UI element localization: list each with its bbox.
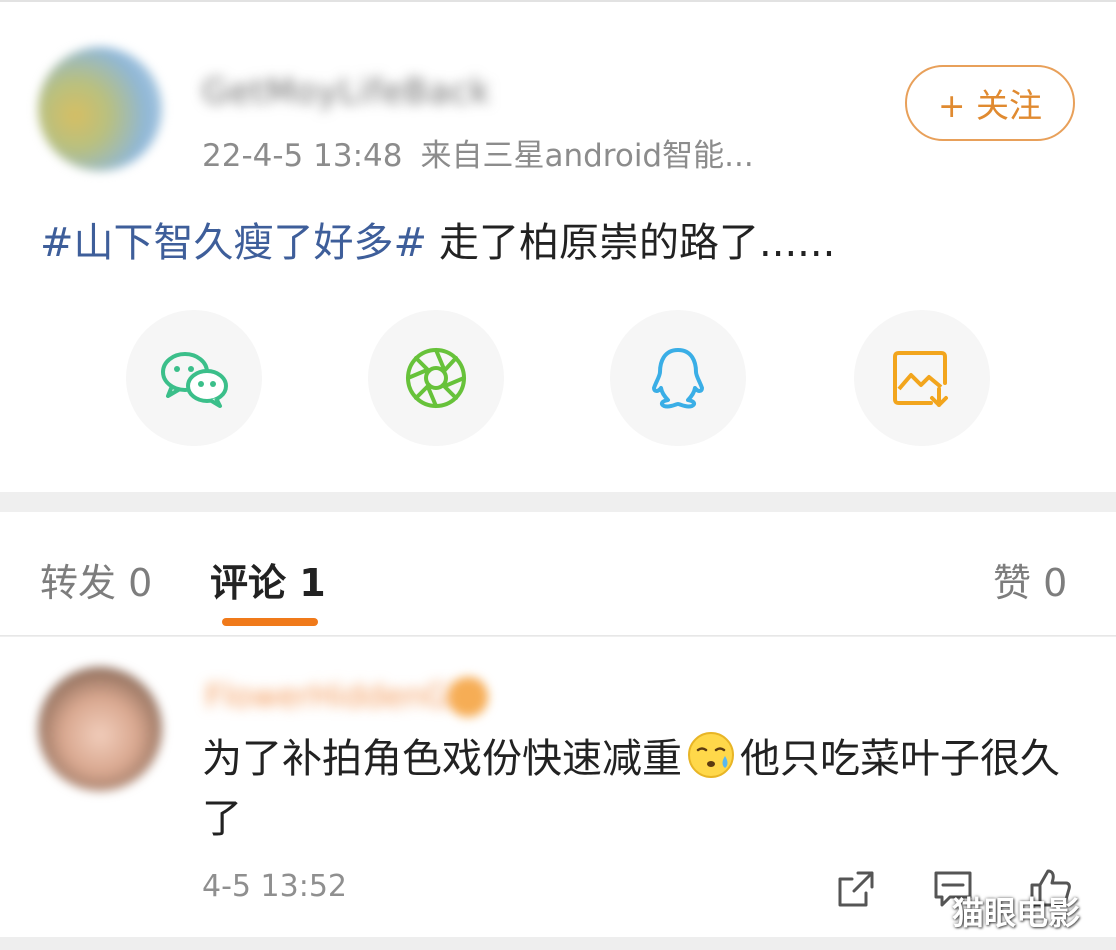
comment-text-part1: 为了补拍角色戏份快速减重 [202, 736, 682, 782]
post-card: GetMoyLifeBack 22-4-5 13:48 来自三星android智能… [0, 0, 1116, 492]
post-hashtag[interactable]: #山下智久瘦了好多# [40, 220, 427, 266]
active-tab-indicator [222, 618, 318, 626]
avatar[interactable] [38, 47, 162, 171]
tab-comments[interactable]: 评论 1 [210, 552, 326, 607]
save-image-icon [893, 351, 948, 407]
share-qq-button[interactable] [610, 310, 746, 446]
bottom-divider [0, 937, 1116, 950]
post-meta: 22-4-5 13:48 来自三星android智能... [202, 130, 772, 175]
comment-text: 为了补拍角色戏份快速减重 他只吃菜叶子很久了 [202, 729, 1062, 849]
wechat-icon [161, 352, 228, 408]
comment-item: FlowerHiddenGirl 为了补拍角色戏份快速减重 他只吃菜叶子很久了 … [0, 637, 1116, 937]
share-comment-icon[interactable] [836, 869, 876, 909]
vip-badge-icon [448, 677, 488, 717]
share-moments-button[interactable] [368, 310, 504, 446]
sweat-face-emoji [688, 732, 734, 778]
post-username[interactable]: GetMoyLifeBack [202, 72, 491, 112]
tab-likes[interactable]: 赞 0 [993, 552, 1067, 607]
commenter-avatar[interactable] [38, 667, 162, 791]
comment-time: 4-5 13:52 [202, 869, 347, 904]
post-content: #山下智久瘦了好多# 走了柏原崇的路了...... [40, 210, 835, 268]
tab-bar: 转发 0 评论 1 赞 0 [0, 512, 1116, 636]
follow-button[interactable]: + 关注 [905, 65, 1075, 141]
tab-repost[interactable]: 转发 0 [40, 552, 152, 607]
post-date: 22-4-5 13:48 [202, 138, 403, 174]
save-image-button[interactable] [854, 310, 990, 446]
qq-icon [652, 348, 704, 409]
share-wechat-button[interactable] [126, 310, 262, 446]
commenter-username[interactable]: FlowerHiddenGirl [205, 677, 480, 715]
post-source: 来自三星android智能... [420, 138, 754, 174]
moments-icon [406, 348, 466, 408]
post-body: 走了柏原崇的路了...... [439, 220, 836, 266]
watermark: 猫眼电影 [952, 894, 1081, 932]
